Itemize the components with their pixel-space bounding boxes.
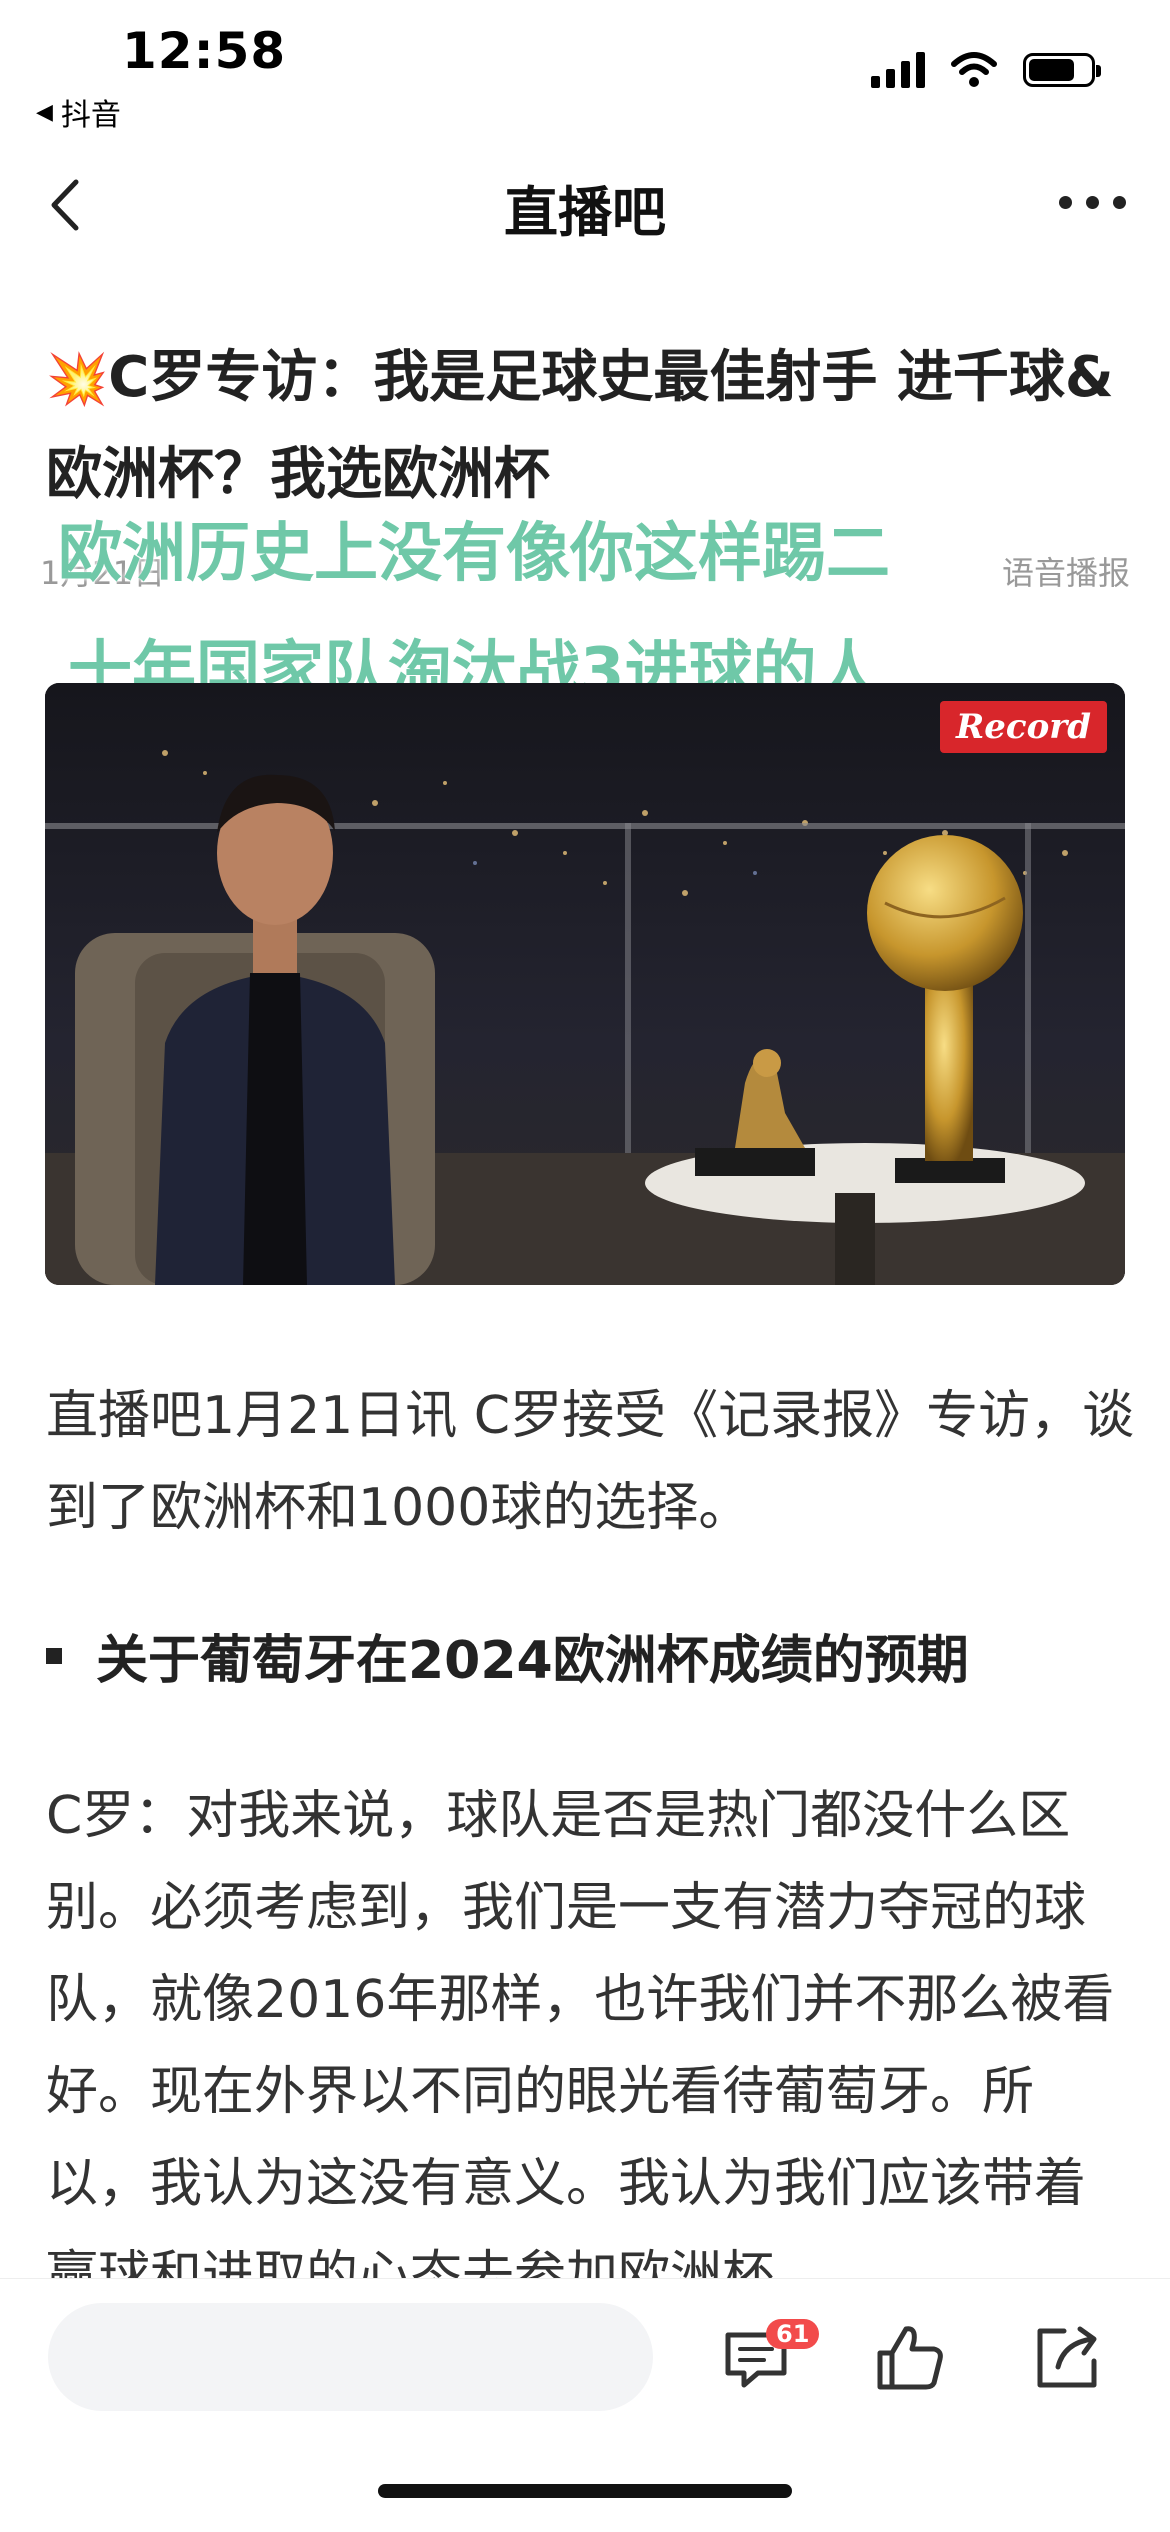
- nav-title: 直播吧: [504, 181, 666, 244]
- overlay-caption-line1: 欧洲历史上没有像你这样踢二: [58, 517, 890, 591]
- like-thumbs-up-icon[interactable]: [870, 2317, 950, 2397]
- back-app-label: 抖音: [60, 98, 121, 133]
- comment-count-badge: 61: [766, 2319, 820, 2349]
- article-hero-image[interactable]: Record: [45, 683, 1125, 1285]
- article-paragraph-2: C罗：对我来说，球队是否是热门都没什么区别。必须考虑到，我们是一支有潜力夺冠的球…: [46, 1786, 1115, 2285]
- interview-scene-illustration: [45, 683, 1125, 1285]
- share-icon[interactable]: [1028, 2317, 1108, 2397]
- status-time: 12:58: [122, 22, 287, 80]
- back-to-app-link[interactable]: ◀ 抖音: [36, 90, 121, 134]
- more-options-icon[interactable]: [1059, 196, 1126, 209]
- article-title-text: C罗专访：我是足球史最佳射手 进千球&欧洲杯？我选欧洲杯: [46, 345, 1114, 507]
- collision-emoji-icon: 💥: [46, 350, 109, 408]
- back-triangle-icon: ◀: [36, 99, 53, 125]
- wifi-icon: [951, 52, 997, 87]
- cellular-signal-icon: [871, 52, 925, 88]
- comment-input[interactable]: [48, 2303, 653, 2411]
- home-indicator[interactable]: [378, 2484, 792, 2498]
- status-icons: [871, 52, 1101, 88]
- article-subheading-text: 关于葡萄牙在2024欧洲杯成绩的预期: [96, 1631, 969, 1691]
- article-paragraph-1: 直播吧1月21日讯 C罗接受《记录报》专访，谈到了欧洲杯和1000球的选择。: [46, 1386, 1135, 1538]
- page: 12:58 ◀ 抖音 直播吧 💥C罗专访：我是足球史最佳射手 进千球&欧洲杯？我…: [0, 0, 1170, 2532]
- article-subheading: 关于葡萄牙在2024欧洲杯成绩的预期: [46, 1618, 969, 1693]
- battery-icon: [1023, 53, 1101, 87]
- comment-input-container[interactable]: [48, 2303, 653, 2411]
- voice-broadcast-button[interactable]: 语音播报: [1002, 548, 1130, 594]
- bullet-square-icon: [46, 1647, 62, 1664]
- record-logo: Record: [940, 701, 1107, 753]
